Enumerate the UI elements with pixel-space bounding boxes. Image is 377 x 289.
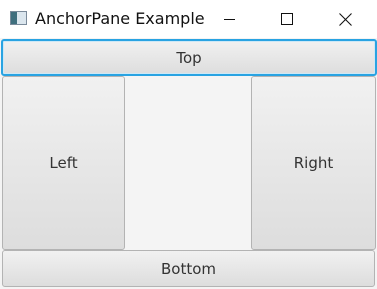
window-title: AnchorPane Example: [35, 9, 205, 28]
left-button[interactable]: Left: [2, 76, 125, 250]
app-icon: [10, 11, 27, 25]
close-icon: [339, 13, 352, 26]
close-button[interactable]: [322, 0, 368, 38]
anchor-pane: Top Left Right Bottom: [0, 38, 377, 289]
center-region: [125, 76, 251, 250]
bottom-button-label: Bottom: [160, 259, 217, 278]
top-button-label: Top: [176, 48, 202, 67]
app-window: AnchorPane Example Top Left Right Bottom: [0, 0, 377, 289]
maximize-icon: [281, 13, 293, 25]
minimize-icon: [224, 19, 235, 20]
maximize-button[interactable]: [264, 0, 310, 38]
top-button[interactable]: Top: [1, 39, 377, 76]
bottom-button[interactable]: Bottom: [2, 250, 375, 287]
minimize-button[interactable]: [206, 0, 252, 38]
left-button-label: Left: [49, 154, 78, 172]
right-button-label: Right: [293, 154, 334, 172]
title-bar[interactable]: AnchorPane Example: [0, 0, 377, 38]
right-button[interactable]: Right: [251, 76, 376, 250]
